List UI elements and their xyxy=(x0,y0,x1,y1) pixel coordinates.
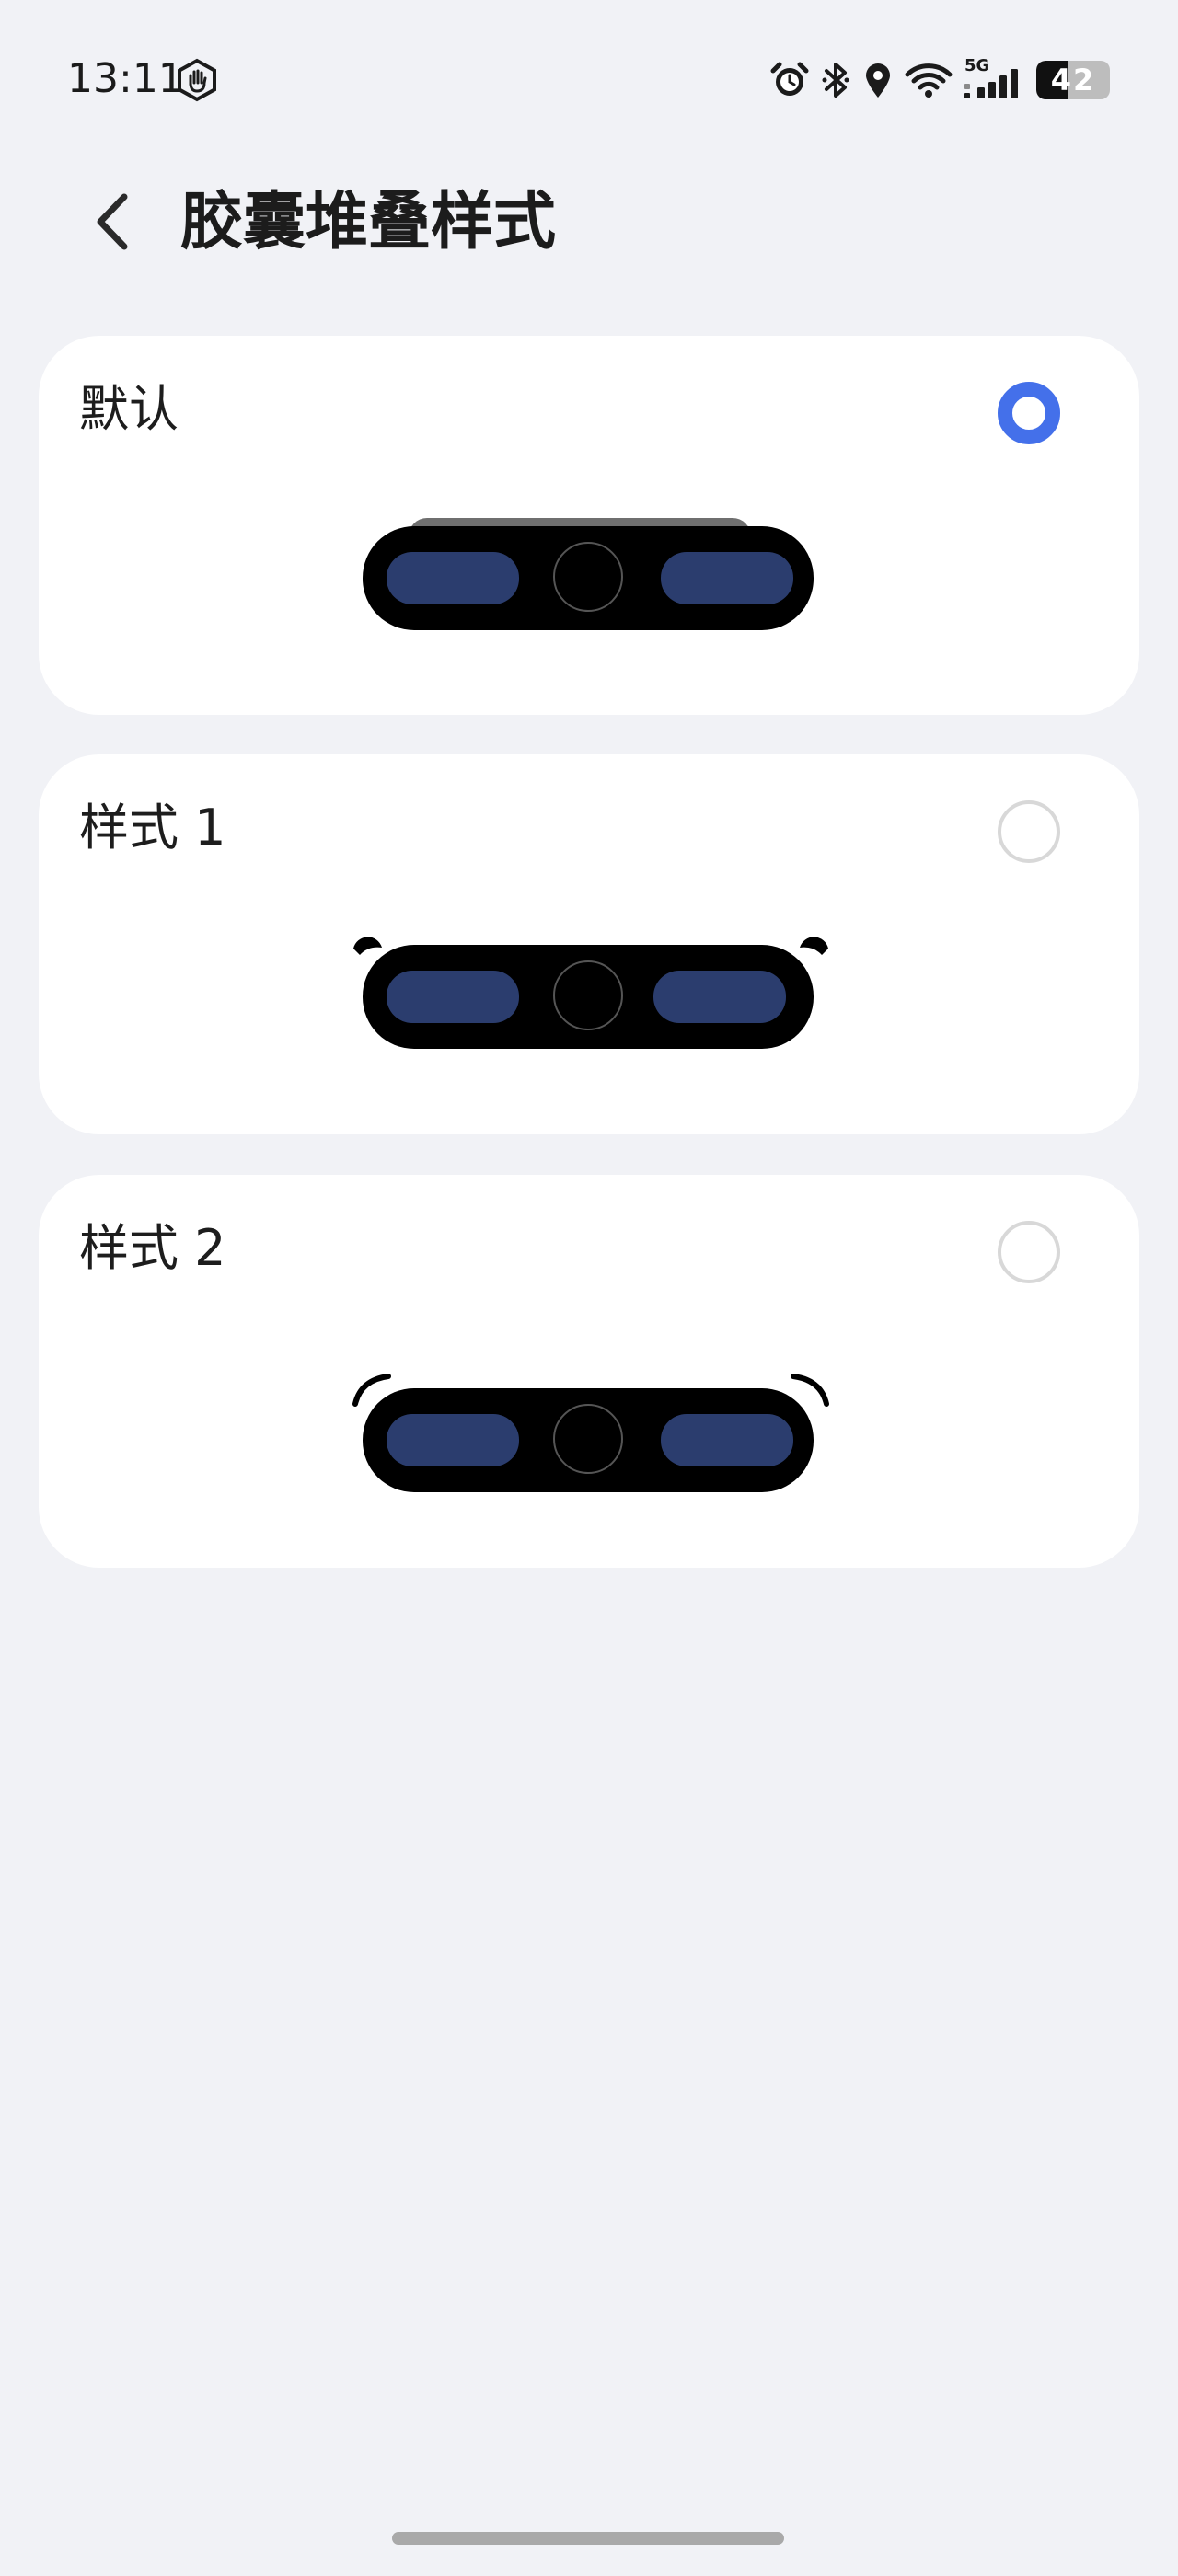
battery-icon: 42 xyxy=(1033,58,1110,102)
status-time: 13:11 xyxy=(67,55,184,102)
capsule-right-pill xyxy=(653,971,786,1023)
capsule-right-arc xyxy=(791,1374,829,1407)
capsule-left-ear xyxy=(353,937,382,955)
alarm-icon xyxy=(769,58,810,102)
battery-level: 42 xyxy=(1050,63,1096,98)
capsule-preview-style-1 xyxy=(352,929,830,1076)
bluetooth-icon xyxy=(819,58,852,102)
capsule-preview-default xyxy=(352,511,830,658)
status-icons: 5G 42 xyxy=(769,57,1110,103)
option-radio[interactable] xyxy=(998,382,1060,444)
option-radio[interactable] xyxy=(998,800,1060,863)
option-label: 默认 xyxy=(79,380,179,438)
option-label: 样式 2 xyxy=(79,1219,226,1277)
gesture-bar[interactable] xyxy=(392,2532,784,2545)
capsule-right-ear xyxy=(800,937,828,955)
option-default-card[interactable]: 默认 xyxy=(39,336,1139,715)
capsule-camera-circle xyxy=(553,960,623,1030)
capsule-preview-style-2 xyxy=(352,1363,830,1511)
chevron-left-icon xyxy=(97,193,128,250)
option-radio[interactable] xyxy=(998,1221,1060,1283)
network-type: 5G xyxy=(964,56,990,75)
capsule-left-pill xyxy=(387,971,519,1023)
capsule-right-pill xyxy=(661,1414,793,1466)
option-style-2-card[interactable]: 样式 2 xyxy=(39,1175,1139,1568)
capsule-left-pill xyxy=(387,1414,519,1466)
status-bar: 13:11 5G 42 xyxy=(0,0,1178,156)
hand-badge-icon xyxy=(175,58,219,102)
location-icon xyxy=(861,58,895,102)
page-title: 胶囊堆叠样式 xyxy=(180,186,557,259)
app-bar: 胶囊堆叠样式 xyxy=(0,166,1178,276)
back-button[interactable] xyxy=(83,190,147,254)
capsule-camera-circle xyxy=(553,1404,623,1474)
wifi-icon xyxy=(904,58,953,102)
option-label: 样式 1 xyxy=(79,799,226,857)
capsule-camera-circle xyxy=(553,542,623,612)
battery-body: 42 xyxy=(1036,61,1110,99)
signal-icon: 5G xyxy=(963,58,1023,102)
option-style-1-card[interactable]: 样式 1 xyxy=(39,754,1139,1134)
capsule-right-pill xyxy=(661,552,793,604)
capsule-left-pill xyxy=(387,552,519,604)
